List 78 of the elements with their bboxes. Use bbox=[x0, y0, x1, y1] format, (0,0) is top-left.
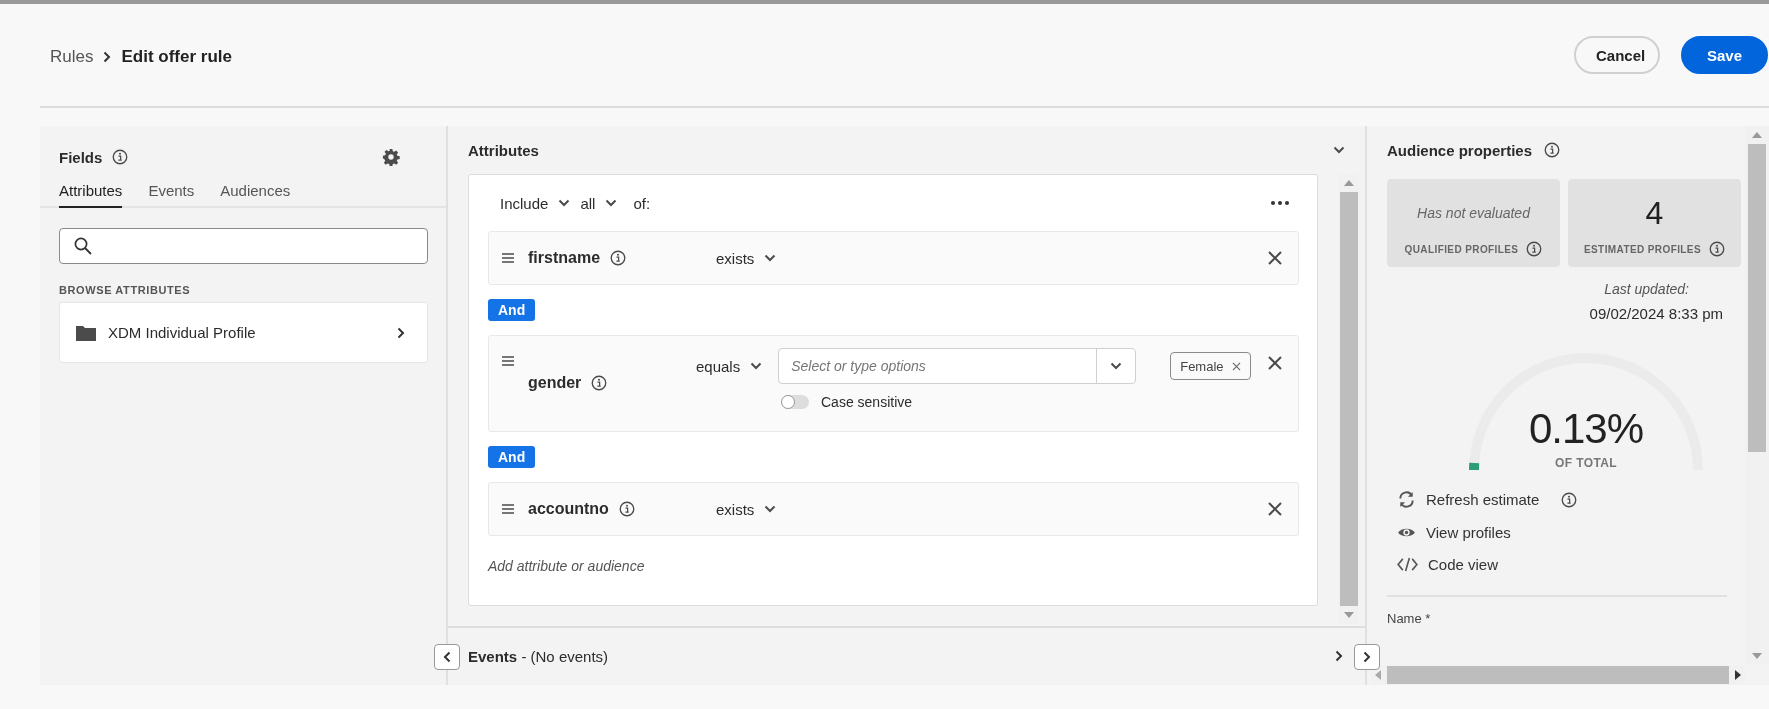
info-icon[interactable] bbox=[1526, 241, 1543, 257]
field-name: accountno bbox=[528, 500, 609, 518]
field-name: firstname bbox=[528, 249, 601, 267]
remove-tag-icon[interactable] bbox=[1231, 361, 1241, 371]
panel-title: Audience properties bbox=[1387, 141, 1533, 159]
chevron-left-icon bbox=[443, 651, 451, 663]
info-icon[interactable] bbox=[1544, 142, 1561, 158]
chevron-right-icon bbox=[1363, 651, 1371, 663]
cancel-button[interactable]: Cancel bbox=[1574, 36, 1660, 74]
add-attribute-placeholder[interactable]: Add attribute or audience bbox=[488, 558, 645, 574]
options-combobox[interactable]: Select or type options bbox=[778, 348, 1137, 384]
events-section-title[interactable]: Events - (No events) bbox=[468, 647, 609, 665]
action-link[interactable]: Code view bbox=[1428, 556, 1499, 573]
page-title: Edit offer rule bbox=[121, 47, 232, 67]
stat-value: Has not evaluated bbox=[1417, 204, 1530, 223]
chevron-down-icon[interactable] bbox=[750, 362, 763, 370]
collapse-left-button[interactable] bbox=[434, 644, 460, 670]
panel-title: Fields bbox=[59, 148, 103, 166]
chevron-right-icon[interactable] bbox=[397, 326, 405, 339]
refresh-icon[interactable] bbox=[1397, 490, 1416, 509]
include-dropdown[interactable]: Include bbox=[500, 194, 549, 212]
operator-dropdown[interactable]: exists bbox=[716, 500, 755, 518]
last-updated-date: 09/02/2024 8:33 pm bbox=[1589, 305, 1723, 322]
and-operator-button[interactable]: And bbox=[488, 299, 536, 321]
expand-chevron-icon[interactable] bbox=[1335, 650, 1343, 662]
gear-icon[interactable] bbox=[382, 148, 400, 166]
action-link[interactable]: View profiles bbox=[1426, 524, 1511, 541]
collapse-chevron-icon[interactable] bbox=[1333, 146, 1345, 154]
action-link[interactable]: Refresh estimate bbox=[1426, 491, 1540, 508]
case-sensitive-toggle[interactable] bbox=[781, 395, 809, 409]
info-icon[interactable] bbox=[610, 250, 627, 266]
stat-value: 4 bbox=[1645, 193, 1664, 233]
chevron-down-icon[interactable] bbox=[764, 505, 777, 513]
close-icon[interactable] bbox=[1268, 356, 1282, 370]
operator-dropdown[interactable]: equals bbox=[696, 357, 741, 375]
drag-handle-icon[interactable] bbox=[502, 356, 514, 366]
field-name: gender bbox=[528, 374, 582, 392]
breadcrumb-separator-icon bbox=[103, 51, 112, 63]
attribute-group-item[interactable]: XDM Individual Profile bbox=[59, 302, 428, 363]
chevron-down-icon[interactable] bbox=[558, 199, 571, 207]
eye-icon[interactable] bbox=[1397, 526, 1416, 539]
code-icon[interactable] bbox=[1397, 557, 1418, 572]
of-label: of: bbox=[633, 194, 651, 212]
quantifier-dropdown[interactable]: all bbox=[580, 194, 596, 212]
close-icon[interactable] bbox=[1268, 502, 1282, 516]
info-icon[interactable] bbox=[112, 149, 129, 165]
info-icon[interactable] bbox=[618, 501, 635, 517]
info-icon[interactable] bbox=[1561, 491, 1578, 508]
stat-label: QUALIFIED PROFILES bbox=[1404, 243, 1519, 255]
section-label: BROWSE ATTRIBUTES bbox=[59, 284, 191, 296]
chevron-down-icon[interactable] bbox=[605, 199, 618, 207]
gauge-label: OF TOTAL bbox=[1554, 456, 1618, 470]
gauge-value: 0.13% bbox=[1528, 405, 1644, 452]
toggle-label: Case sensitive bbox=[821, 394, 913, 410]
and-operator-button[interactable]: And bbox=[488, 446, 536, 468]
value-tag: Female bbox=[1170, 352, 1251, 380]
last-updated-label: Last updated: bbox=[1604, 281, 1689, 297]
drag-handle-icon[interactable] bbox=[502, 504, 514, 514]
search-icon bbox=[74, 237, 92, 255]
breadcrumb-link[interactable]: Rules bbox=[50, 47, 94, 67]
field-label: Name * bbox=[1387, 611, 1431, 626]
expand-right-button[interactable] bbox=[1354, 644, 1380, 670]
chevron-down-icon[interactable] bbox=[1110, 362, 1123, 370]
stat-label: ESTIMATED PROFILES bbox=[1584, 243, 1701, 255]
chevron-down-icon[interactable] bbox=[764, 254, 777, 262]
close-icon[interactable] bbox=[1268, 251, 1282, 265]
tab[interactable]: Events bbox=[148, 178, 195, 208]
operator-dropdown[interactable]: exists bbox=[716, 249, 755, 267]
info-icon[interactable] bbox=[1709, 241, 1725, 257]
folder-icon bbox=[76, 324, 96, 341]
section-title: Attributes bbox=[468, 141, 539, 159]
tab[interactable]: Attributes bbox=[59, 178, 123, 208]
drag-handle-icon[interactable] bbox=[502, 253, 514, 263]
info-icon[interactable] bbox=[591, 375, 608, 391]
search-field[interactable] bbox=[59, 228, 428, 264]
more-icon[interactable] bbox=[1271, 201, 1289, 205]
save-button[interactable]: Save bbox=[1681, 36, 1768, 74]
tab[interactable]: Audiences bbox=[220, 178, 291, 208]
